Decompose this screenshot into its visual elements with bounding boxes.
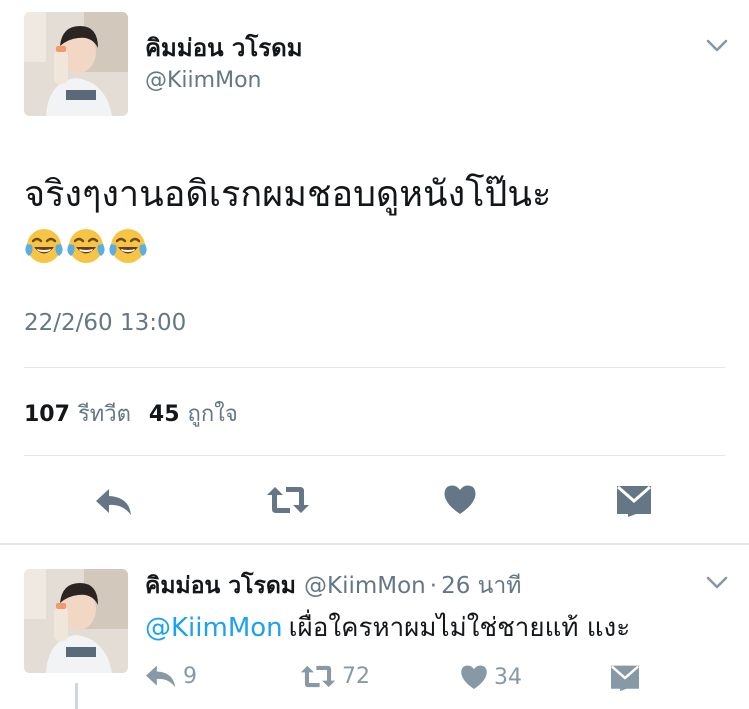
- like-button[interactable]: 34: [460, 664, 522, 690]
- retweet-icon: [300, 665, 336, 688]
- display-name[interactable]: คิมม่อน วโรดม: [145, 28, 303, 67]
- chevron-down-icon[interactable]: [705, 38, 729, 54]
- chevron-down-icon[interactable]: [705, 575, 729, 591]
- reply-header: คิมม่อน วโรดม @KiimMon · 26 นาที: [145, 568, 521, 604]
- reply-count: 9: [183, 664, 197, 689]
- user-handle[interactable]: @KiimMon: [304, 573, 426, 599]
- envelope-icon: [611, 665, 639, 692]
- mention-link[interactable]: @KiimMon: [145, 613, 283, 643]
- reply-text: @KiimMon เผื่อใครหาผมไม่ใช่ชายแท้ แงะ: [145, 607, 630, 648]
- retweet-count[interactable]: 107: [24, 402, 70, 427]
- reply-button[interactable]: 9: [145, 664, 197, 689]
- tweet-timestamp[interactable]: 22/2/60 13:00: [24, 310, 186, 336]
- retweet-label[interactable]: รีทวีต: [78, 396, 131, 431]
- divider: [24, 455, 725, 456]
- tears-of-joy-emoji: [109, 229, 147, 263]
- avatar-photo: [24, 569, 128, 673]
- like-count[interactable]: 45: [149, 402, 180, 427]
- main-tweet: คิมม่อน วโรดม @KiimMon จริงๆงานอดิเรกผมช…: [0, 0, 749, 543]
- display-name[interactable]: คิมม่อน วโรดม: [145, 573, 296, 599]
- tears-of-joy-emoji: [67, 229, 105, 263]
- avatar[interactable]: [24, 12, 128, 116]
- divider: [24, 367, 725, 368]
- tweet-stats: 107 รีทวีต 45 ถูกใจ: [24, 396, 256, 431]
- direct-message-button[interactable]: [610, 664, 640, 692]
- heart-icon[interactable]: [443, 484, 477, 515]
- avatar-photo: [24, 12, 128, 116]
- tweet-time-ago[interactable]: 26 นาที: [441, 573, 521, 599]
- heart-icon: [461, 665, 487, 689]
- reply-tweet[interactable]: คิมม่อน วโรดม @KiimMon · 26 นาที @KiimMon เผ…: [0, 545, 749, 709]
- retweet-icon[interactable]: [266, 485, 310, 515]
- reply-icon[interactable]: [95, 487, 133, 517]
- emoji-row: [24, 226, 148, 268]
- like-label[interactable]: ถูกใจ: [188, 396, 238, 431]
- reply-actions: 9 72 34: [145, 664, 705, 694]
- envelope-icon[interactable]: [616, 484, 652, 518]
- user-handle[interactable]: @KiimMon: [145, 68, 261, 93]
- retweet-count: 72: [342, 664, 370, 689]
- avatar[interactable]: [24, 569, 128, 673]
- reply-icon: [146, 665, 176, 688]
- like-count: 34: [494, 664, 522, 690]
- separator-dot: ·: [429, 573, 438, 599]
- tweet-text: จริงๆงานอดิเรกผมชอบดูหนังโป๊นะ: [24, 174, 552, 215]
- tears-of-joy-emoji: [25, 229, 63, 263]
- reply-body: เผื่อใครหาผมไม่ใช่ชายแท้ แงะ: [288, 613, 631, 643]
- retweet-button[interactable]: 72: [300, 664, 370, 689]
- thread-line: [75, 683, 78, 709]
